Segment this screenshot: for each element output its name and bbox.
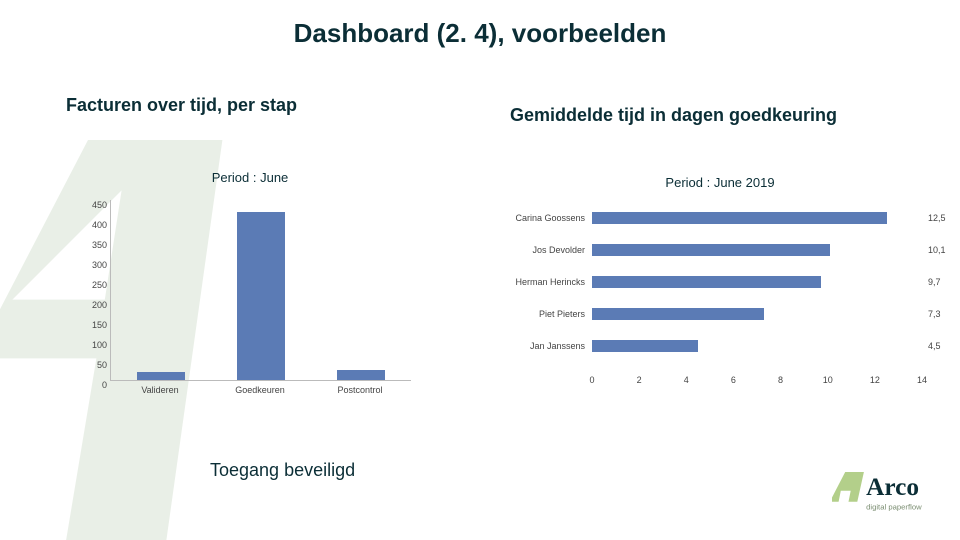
chart2-x-tick: 12	[870, 375, 880, 385]
chart1-x-tick: Valideren	[120, 385, 200, 395]
svg-text:Arco: Arco	[866, 473, 919, 501]
subtitle-right: Gemiddelde tijd in dagen goedkeuring	[510, 105, 837, 126]
chart2-bar	[592, 340, 698, 352]
chart2-row: Carina Goossens12,5	[500, 205, 940, 231]
chart2-x-tick: 4	[684, 375, 689, 385]
logo-tagline: digital paperflow	[866, 502, 922, 511]
chart2-row: Herman Herincks 9,7	[500, 269, 940, 295]
slide: Dashboard (2. 4), voorbeelden Facturen o…	[0, 0, 960, 540]
chart2-x-tick: 8	[778, 375, 783, 385]
chart2-row: Jan Janssens 4,5	[500, 333, 940, 359]
chart2-x-tick: 10	[823, 375, 833, 385]
chart2-value-label: 9,7	[928, 277, 941, 287]
chart1-y-tick: 450	[83, 200, 107, 210]
chart-avg-days-approval: Period : June 2019 Carina Goossens12,5 Jo…	[500, 175, 940, 405]
chart2-category-label: Jan Janssens	[500, 341, 585, 351]
chart2-value-label: 4,5	[928, 341, 941, 351]
chart1-y-tick: 150	[83, 320, 107, 330]
chart1-y-tick: 300	[83, 260, 107, 270]
chart1-y-tick: 200	[83, 300, 107, 310]
chart1-bar	[137, 372, 185, 380]
chart1-plot-area: 050100150200250300350400450	[110, 200, 411, 381]
arco-logo: Arco digital paperflow	[832, 466, 942, 522]
chart2-row: Piet Pieters 7,3	[500, 301, 940, 327]
chart1-x-tick: Postcontrol	[320, 385, 400, 395]
chart2-x-tick: 6	[731, 375, 736, 385]
page-title: Dashboard (2. 4), voorbeelden	[0, 18, 960, 49]
chart2-value-label: 7,3	[928, 309, 941, 319]
chart2-bar	[592, 276, 821, 288]
chart2-bar	[592, 212, 887, 224]
chart1-y-tick: 350	[83, 240, 107, 250]
chart2-value-label: 10,1	[928, 245, 946, 255]
chart1-y-tick: 0	[83, 380, 107, 390]
chart1-title: Period : June	[80, 170, 420, 185]
chart2-x-axis: 02468101214	[592, 375, 922, 389]
chart2-bar	[592, 244, 830, 256]
chart2-row: Jos Devolder10,1	[500, 237, 940, 263]
chart2-bar	[592, 308, 764, 320]
subtitle-left: Facturen over tijd, per stap	[66, 95, 297, 116]
chart1-bar	[337, 370, 385, 380]
chart2-category-label: Piet Pieters	[500, 309, 585, 319]
chart1-y-tick: 400	[83, 220, 107, 230]
chart2-value-label: 12,5	[928, 213, 946, 223]
chart1-y-tick: 250	[83, 280, 107, 290]
chart2-title: Period : June 2019	[500, 175, 940, 190]
chart1-bar	[237, 212, 285, 380]
chart-invoices-per-step: Period : June 05010015020025030035040045…	[80, 170, 420, 415]
chart2-category-label: Herman Herincks	[500, 277, 585, 287]
chart2-category-label: Carina Goossens	[500, 213, 585, 223]
chart2-plot-area: Carina Goossens12,5 Jos Devolder10,1 Herma…	[500, 205, 940, 377]
chart2-category-label: Jos Devolder	[500, 245, 585, 255]
footer-text: Toegang beveiligd	[210, 460, 355, 481]
chart1-y-tick: 50	[83, 360, 107, 370]
chart2-x-tick: 14	[917, 375, 927, 385]
chart1-x-tick: Goedkeuren	[220, 385, 300, 395]
chart1-y-tick: 100	[83, 340, 107, 350]
chart2-x-tick: 0	[589, 375, 594, 385]
chart2-x-tick: 2	[637, 375, 642, 385]
